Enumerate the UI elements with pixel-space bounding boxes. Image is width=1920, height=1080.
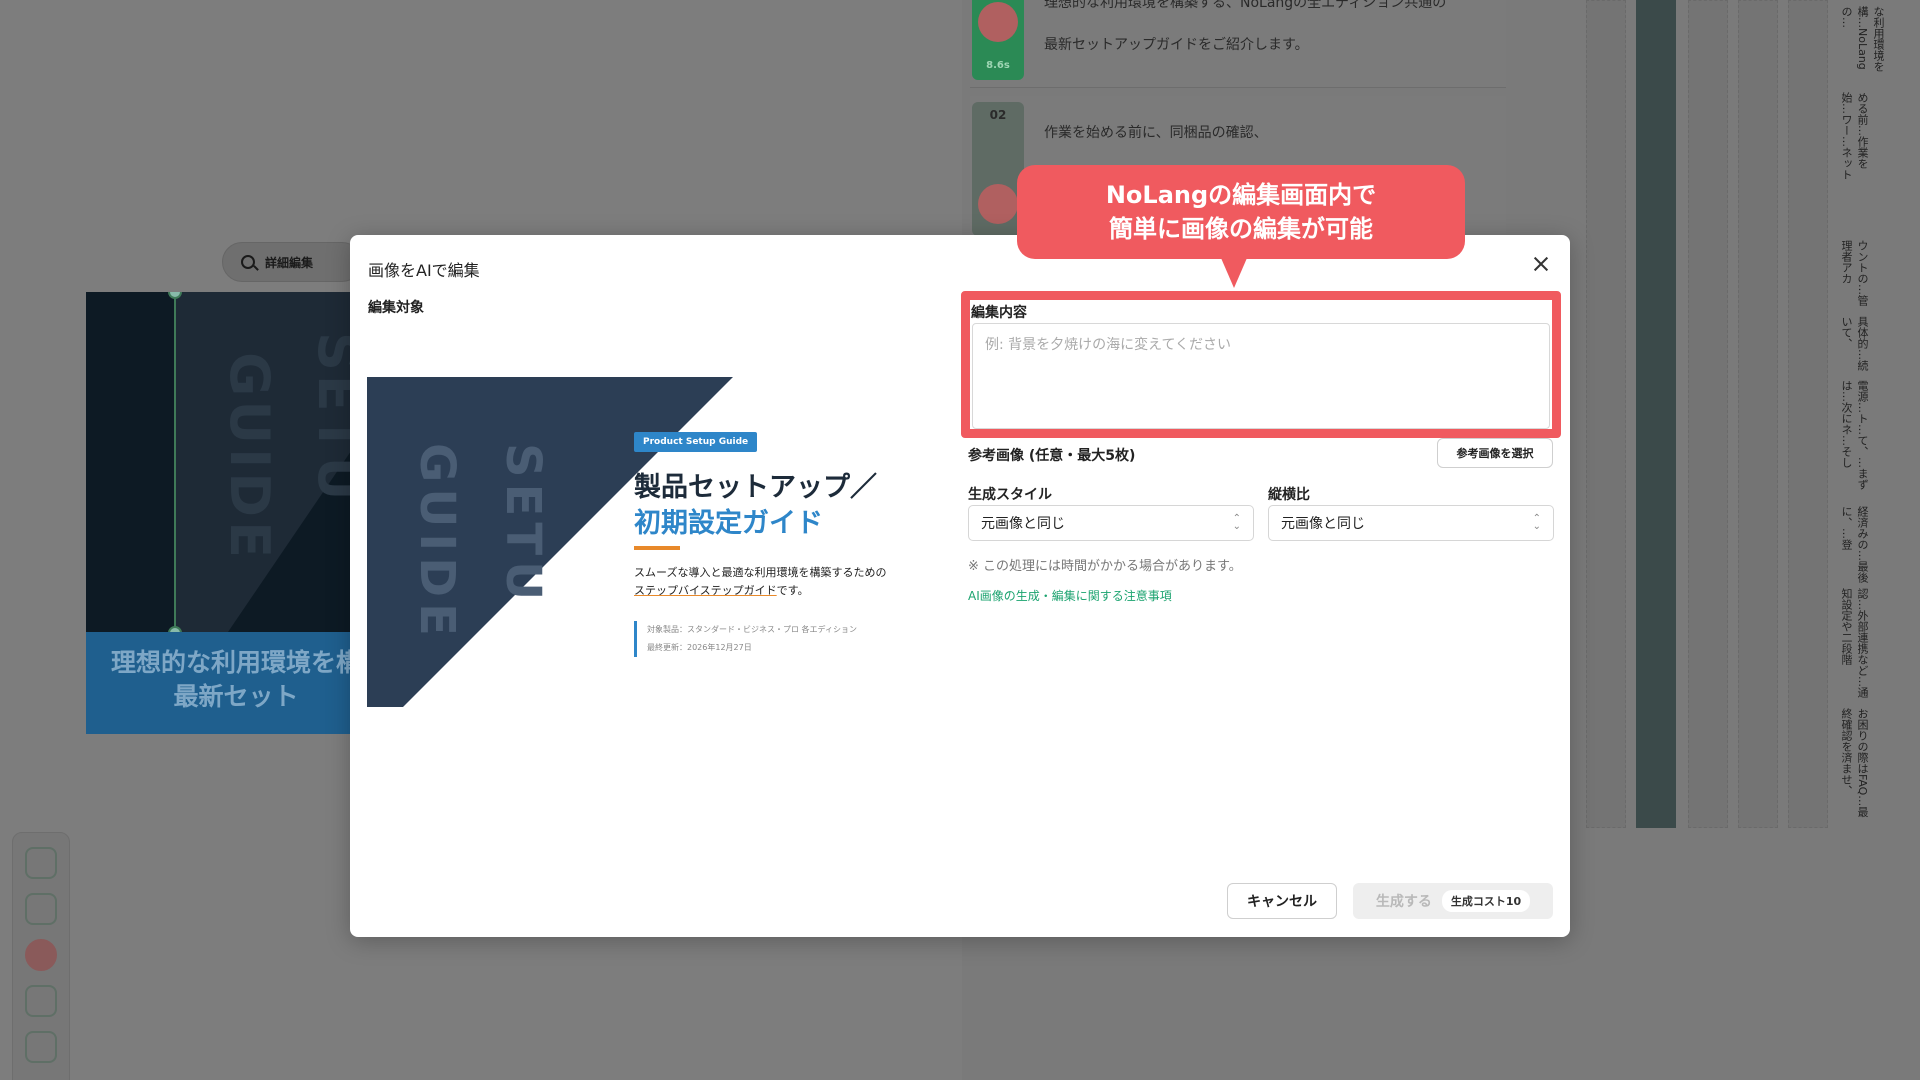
avatar [978, 2, 1018, 42]
detail-edit-label: 詳細編集 [265, 255, 314, 270]
left-toolbar [12, 832, 70, 1080]
select-reference-button[interactable]: 参考画像を選択 [1437, 438, 1553, 468]
layer-icon[interactable] [25, 847, 57, 879]
detail-edit-button[interactable]: 詳細編集 [222, 242, 362, 282]
generate-label: 生成する [1375, 894, 1432, 910]
dialog-title: 画像をAIで編集 [368, 261, 480, 280]
generate-button[interactable]: 生成する 生成コスト10 [1353, 883, 1553, 919]
preview-heading-accent: 初期設定ガイド [634, 508, 823, 539]
preview-accent-bar [634, 546, 680, 550]
preview-ghost-text: SETU [495, 443, 551, 607]
zoom-icon [241, 255, 255, 269]
preview-ghost-text: GUIDE [409, 443, 465, 642]
feature-callout: NoLangの編集画面内で 簡単に画像の編集が可能 [1017, 165, 1465, 259]
edit-target-image: GUIDE SETU Product Setup Guide 製品セットアップ／… [367, 377, 897, 707]
add-column [1586, 0, 1626, 828]
aspect-select-value: 元画像と同じ [1281, 516, 1365, 532]
style-select-value: 元画像と同じ [981, 516, 1065, 532]
avatar [978, 184, 1018, 224]
preview-heading: 製品セットアップ／ [634, 472, 877, 503]
generate-cost-badge: 生成コスト10 [1441, 890, 1531, 912]
style-label: 生成スタイル [968, 487, 1052, 503]
timeline-column [1688, 0, 1728, 828]
scene-row[interactable]: 8.6s 理想的な利用環境を構築する、NoLangの全エディション共通の 最新セ… [970, 0, 1506, 88]
chevron-updown-icon: ⌃ ⌄ [1532, 513, 1541, 532]
preview-tag: Product Setup Guide [634, 432, 758, 452]
selection-line [174, 292, 176, 634]
edit-content-label: 編集内容 [971, 305, 1027, 321]
callout-pointer [1221, 258, 1247, 288]
caution-link[interactable]: AI画像の生成・編集に関する注意事項 [968, 587, 1172, 604]
timeline-column [1788, 0, 1828, 828]
edit-target-label: 編集対象 [368, 300, 424, 316]
processing-note: ※ この処理には時間がかかる場合があります。 [968, 559, 1242, 574]
style-select[interactable]: 元画像と同じ ⌃ ⌄ [968, 505, 1254, 541]
highlight-frame [961, 291, 1561, 438]
cancel-button[interactable]: キャンセル [1227, 883, 1337, 919]
slide-canvas[interactable]: GUIDE SETU 理想的な利用環境を構 最新セット [86, 292, 386, 734]
reference-image-label: 参考画像 (任意・最大5枚) [968, 448, 1136, 464]
preview-meta: 対象製品：スタンダード・ビジネス・プロ 各エディション 最終更新：2026年12… [634, 621, 857, 657]
avatar-icon[interactable] [25, 939, 57, 971]
preview-description: スムーズな導入と最適な利用環境を構築するための ステップバイステップガイドです。 [634, 566, 887, 597]
chevron-updown-icon: ⌃ ⌄ [1232, 513, 1241, 532]
slide-ghost-text: GUIDE [218, 352, 281, 562]
ai-image-edit-dialog: 画像をAIで編集 編集対象 GUIDE SETU Product Setup G… [350, 235, 1570, 937]
slide-caption: 理想的な利用環境を構 最新セット [86, 632, 386, 734]
timeline-film-strip [1636, 0, 1676, 828]
aspect-select[interactable]: 元画像と同じ ⌃ ⌄ [1268, 505, 1554, 541]
scene-thumbnail: 8.6s [972, 0, 1024, 80]
cursor-icon[interactable] [25, 1031, 57, 1063]
timeline-column [1738, 0, 1778, 828]
close-icon[interactable] [1530, 253, 1552, 275]
aspect-label: 縦横比 [1268, 487, 1310, 503]
music-icon[interactable] [25, 985, 57, 1017]
image-icon[interactable] [25, 893, 57, 925]
